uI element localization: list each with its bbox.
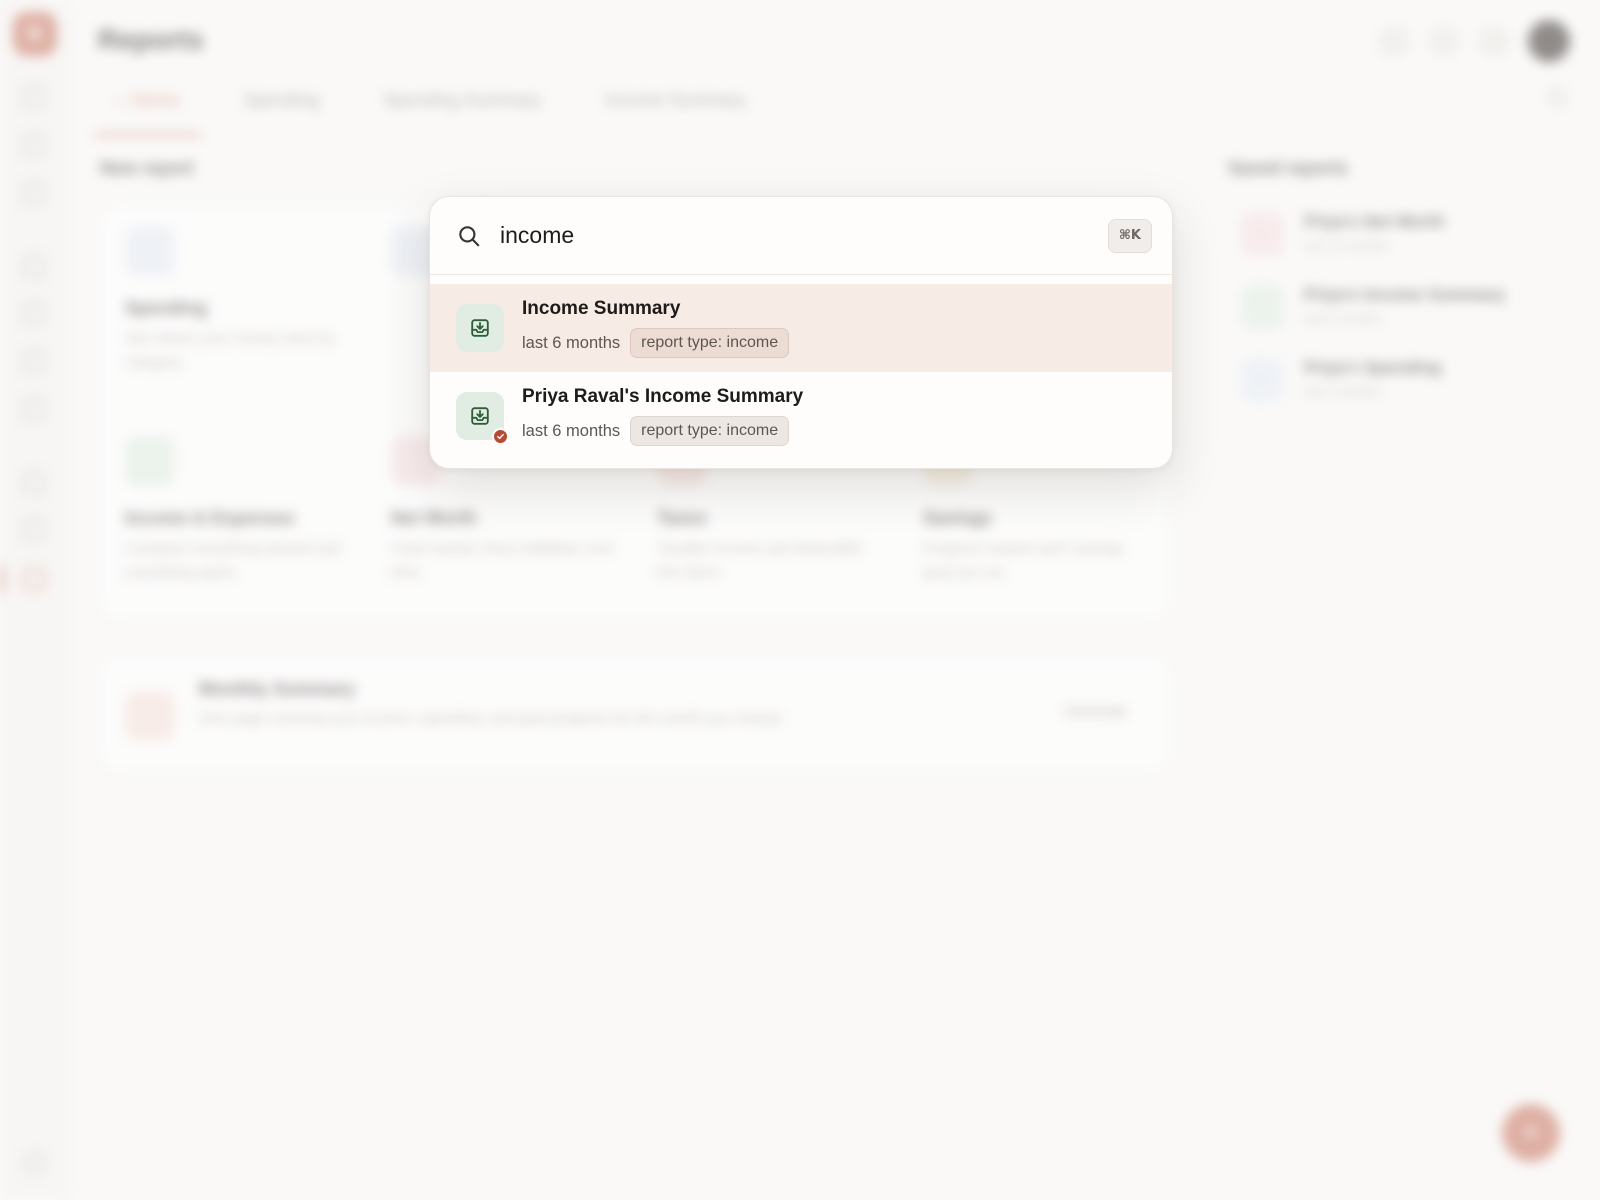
palette-results: Income Summary last 6 months report type… (430, 275, 1172, 460)
card-title: Income & Expenses (125, 508, 296, 528)
palette-footer (430, 460, 1172, 468)
saved-report-title: Priya's Spending (1304, 358, 1442, 377)
saved-report-title: Priya's Income Summary (1304, 285, 1506, 304)
new-report-heading: New report (100, 158, 195, 178)
help-icon[interactable] (24, 1152, 46, 1174)
shortcut-badge: ⌘K (1107, 218, 1152, 253)
command-palette: ⌘K Income Summary last 6 months repo (429, 196, 1173, 469)
saved-report-range: last 3 months (1304, 384, 1382, 399)
page-title: Reports (98, 24, 204, 55)
scale-icon (1240, 212, 1284, 256)
sidebar-item-investments[interactable] (23, 398, 45, 420)
monthly-summary-card[interactable]: Monthly Summary One page covering your i… (100, 656, 1170, 772)
sidebar-item-transactions[interactable] (23, 182, 45, 204)
chart-icon (1240, 358, 1284, 402)
sidebar-active-indicator (0, 565, 4, 593)
chart-icon (125, 226, 175, 276)
sidebar-item-reports[interactable] (23, 568, 45, 590)
top-bar-actions (1378, 20, 1570, 62)
inbox-download-icon (456, 304, 504, 352)
inbox-download-icon (1240, 285, 1284, 329)
check-badge-icon (492, 428, 509, 445)
palette-result-income-summary[interactable]: Income Summary last 6 months report type… (430, 284, 1172, 372)
palette-search-bar: ⌘K (430, 197, 1172, 275)
result-title: Income Summary (522, 298, 681, 319)
app-root: B Reports Home Spending Spending Summary (0, 0, 1600, 1200)
app-logo[interactable]: B (13, 12, 57, 56)
sidebar-item-accounts[interactable] (23, 134, 45, 156)
saved-report-title: Priya's Net Worth (1304, 212, 1445, 231)
tab-search-icon[interactable] (1548, 88, 1566, 106)
card-desc: Compare everything earned and everything… (125, 540, 341, 581)
sync-icon[interactable] (1378, 25, 1410, 57)
report-card-income-expenses[interactable]: Income & Expenses Compare everything ear… (125, 436, 355, 585)
monthly-summary-title: Monthly Summary (199, 679, 356, 699)
chat-fab-button[interactable]: ✦ (1502, 1104, 1560, 1162)
result-title: Priya Raval's Income Summary (522, 386, 804, 407)
tab-spending-summary[interactable]: Spending Summary (361, 82, 563, 136)
result-range: last 6 months (522, 421, 621, 440)
tab-spending[interactable]: Spending (221, 82, 341, 136)
result-type-tag: report type: income (630, 328, 790, 358)
card-desc: Progress toward each savings goal you se… (923, 540, 1124, 581)
card-desc: Track assets minus liabilities over time (391, 540, 614, 581)
calendar-icon (125, 691, 175, 741)
report-tabs: Home Spending Spending Summary Income Su… (95, 82, 788, 136)
card-desc: See where your money went by category (125, 330, 336, 371)
tab-income-summary[interactable]: Income Summary (583, 82, 768, 136)
result-range: last 6 months (522, 333, 621, 352)
generate-button[interactable]: Generate (1064, 703, 1127, 720)
saved-report-range: last 12 months (1304, 238, 1389, 253)
saved-report-range: last 6 months (1304, 311, 1382, 326)
sidebar-item-messages[interactable] (23, 256, 45, 278)
search-icon (459, 225, 480, 246)
inbox-download-icon (456, 392, 509, 445)
card-title: Savings (923, 508, 993, 528)
sidebar-item-budgets[interactable] (23, 518, 45, 540)
avatar[interactable] (1528, 20, 1570, 62)
card-desc: Taxable income and deductible line items (657, 540, 863, 581)
saved-report-item[interactable]: Priya's Spending last 3 months (1240, 352, 1570, 408)
saved-report-item[interactable]: Priya's Income Summary last 6 months (1240, 279, 1570, 335)
sidebar-item-analytics[interactable] (23, 472, 45, 494)
sidebar-item-calendar[interactable] (23, 350, 45, 372)
tab-home[interactable]: Home (95, 82, 202, 136)
trend-icon (125, 436, 175, 486)
report-card-spending[interactable]: Spending See where your money went by ca… (125, 226, 355, 375)
settings-icon[interactable] (1478, 25, 1510, 57)
result-type-tag: report type: income (630, 416, 790, 446)
saved-reports-heading: Saved reports (1228, 158, 1349, 178)
card-title: Net Worth (391, 508, 477, 528)
card-title: Spending (125, 298, 207, 318)
sidebar-item-dashboard[interactable] (23, 86, 45, 108)
palette-search-input[interactable] (500, 222, 1108, 249)
palette-result-priya-income-summary[interactable]: Priya Raval's Income Summary last 6 mont… (430, 372, 1172, 460)
help-circle-icon[interactable] (1428, 25, 1460, 57)
sidebar-item-goals[interactable] (23, 302, 45, 324)
monthly-summary-desc: One page covering your income, spending,… (199, 710, 783, 727)
saved-report-item[interactable]: Priya's Net Worth last 12 months (1240, 206, 1570, 262)
background-app: B Reports Home Spending Spending Summary (0, 0, 1600, 1200)
sidebar: B (0, 0, 70, 1200)
card-title: Taxes (657, 508, 707, 528)
